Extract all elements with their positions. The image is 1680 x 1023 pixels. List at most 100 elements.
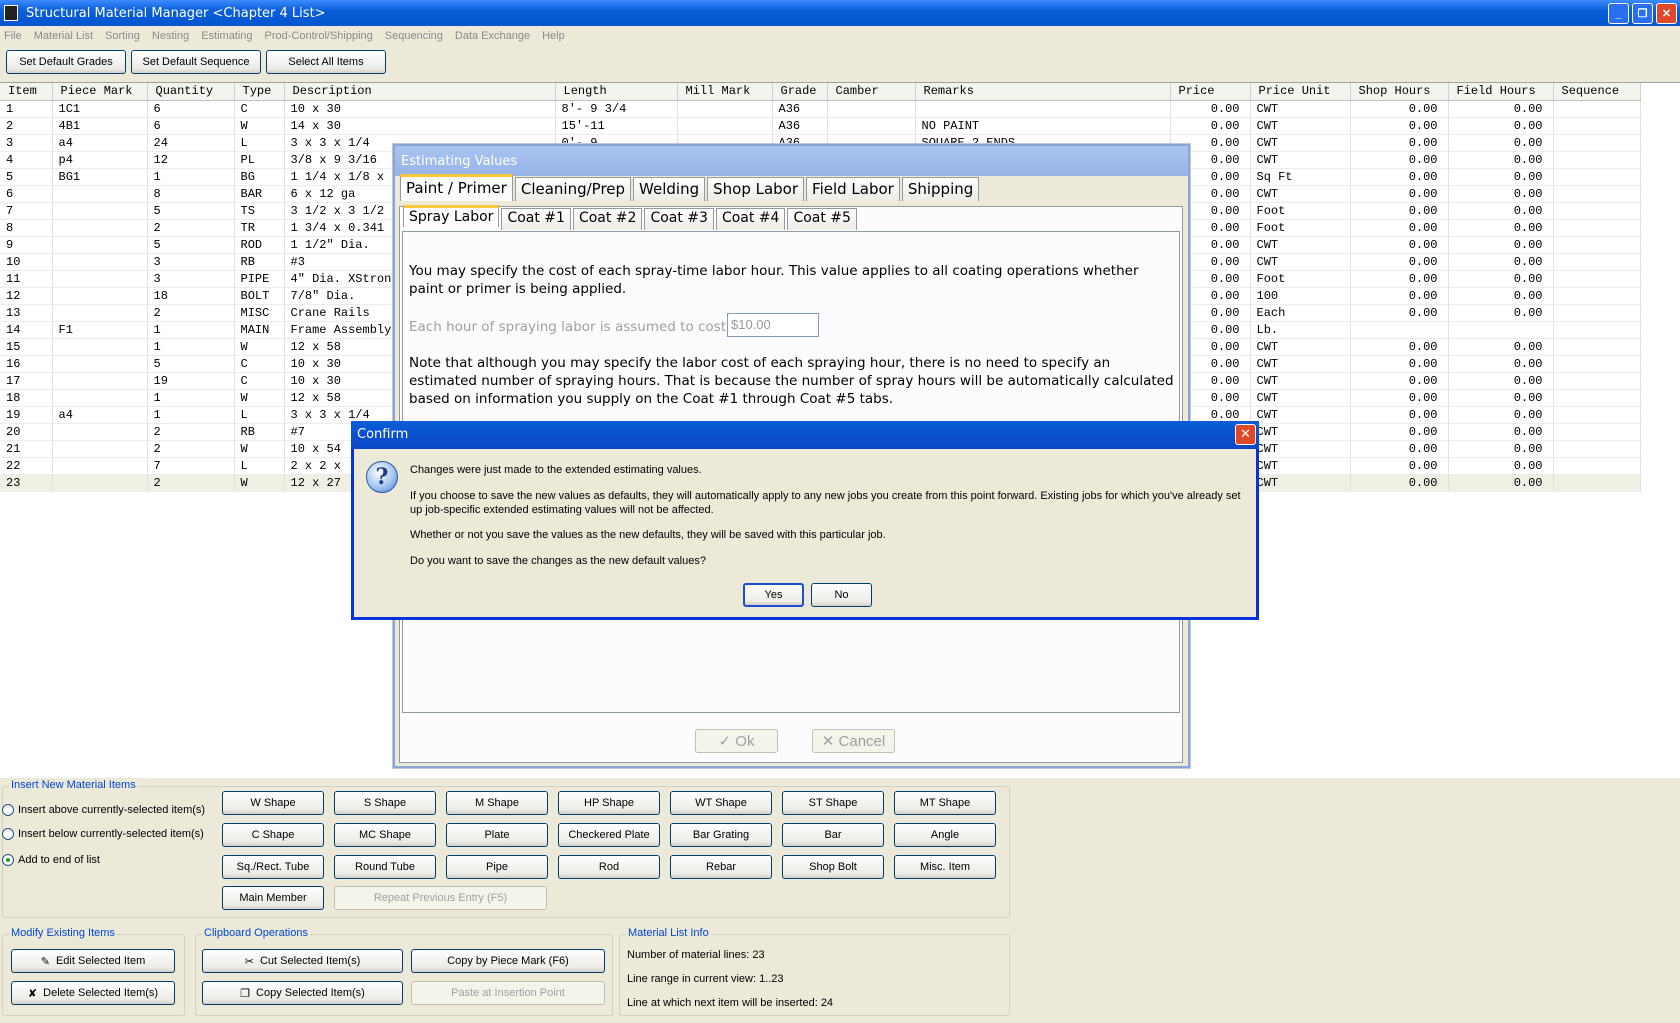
table-cell: L xyxy=(234,457,285,475)
tab-cleaning-prep[interactable]: Cleaning/Prep xyxy=(514,177,632,201)
add-to-end-radio[interactable]: Add to end of list xyxy=(2,854,100,866)
column-header[interactable]: Length xyxy=(555,83,678,101)
column-header[interactable]: Item xyxy=(0,83,53,101)
column-header[interactable]: Sequence xyxy=(1553,83,1641,101)
menu-estimating[interactable]: Estimating xyxy=(201,30,252,42)
delete-selected-button[interactable]: ✘ Delete Selected Item(s) xyxy=(11,981,175,1005)
column-header[interactable]: Grade xyxy=(772,83,828,101)
insert-mc-shape-button[interactable]: MC Shape xyxy=(334,823,436,847)
column-header[interactable]: Type xyxy=(234,83,285,101)
menu-nesting[interactable]: Nesting xyxy=(152,30,189,42)
minimize-button[interactable]: _ xyxy=(1608,3,1629,24)
maximize-button[interactable]: ❐ xyxy=(1632,3,1653,24)
insert-s-shape-button[interactable]: S Shape xyxy=(334,791,436,815)
insert-misc-item-button[interactable]: Misc. Item xyxy=(894,855,996,879)
column-header[interactable]: Mill Mark xyxy=(677,83,773,101)
insert-angle-button[interactable]: Angle xyxy=(894,823,996,847)
column-header[interactable]: Description xyxy=(284,83,556,101)
table-cell: 1C1 xyxy=(52,100,148,118)
insert-shop-bolt-button[interactable]: Shop Bolt xyxy=(782,855,884,879)
tab-welding[interactable]: Welding xyxy=(633,177,706,201)
table-cell: CWT xyxy=(1250,440,1351,458)
insert-plate-button[interactable]: Plate xyxy=(446,823,548,847)
subtab-coat-3[interactable]: Coat #3 xyxy=(644,208,714,230)
table-row[interactable]: 1 1C1 6 C 10 x 30 8'- 9 3/4 A36 0.00 CWT 0.00 0.0… xyxy=(0,100,1641,118)
insert-above-radio[interactable]: Insert above currently-selected item(s) xyxy=(2,804,205,816)
column-header[interactable]: Price Unit xyxy=(1250,83,1351,101)
paste-button[interactable]: Paste at Insertion Point xyxy=(411,981,605,1005)
set-default-grades-button[interactable]: Set Default Grades xyxy=(6,50,126,74)
insert-rod-button[interactable]: Rod xyxy=(558,855,660,879)
cut-selected-button[interactable]: ✂ Cut Selected Item(s) xyxy=(202,949,403,973)
no-button[interactable]: No xyxy=(811,583,872,607)
copy-selected-button[interactable]: ❐ Copy Selected Item(s) xyxy=(202,981,403,1005)
tab-paint-primer[interactable]: Paint / Primer xyxy=(400,174,513,201)
subtab-coat-2[interactable]: Coat #2 xyxy=(572,208,643,230)
table-row[interactable]: 2 4B1 6 W 14 x 30 15'-11 A36 NO PAINT 0.00 CWT 0.0… xyxy=(0,117,1641,135)
insert-sq-rect-tube-button[interactable]: Sq./Rect. Tube xyxy=(222,855,324,879)
column-header[interactable]: Remarks xyxy=(915,83,1171,101)
insert-mt-shape-button[interactable]: MT Shape xyxy=(894,791,996,815)
yes-button[interactable]: Yes xyxy=(743,583,804,607)
edit-selected-button[interactable]: ✎ Edit Selected Item xyxy=(11,949,175,973)
set-default-sequence-button[interactable]: Set Default Sequence xyxy=(131,50,261,74)
insert-wt-shape-button[interactable]: WT Shape xyxy=(670,791,772,815)
spray-cost-input[interactable]: $10.00 xyxy=(727,313,819,337)
menu-sequencing[interactable]: Sequencing xyxy=(385,30,443,42)
menu-help[interactable]: Help xyxy=(542,30,565,42)
close-button[interactable]: ✕ xyxy=(1656,3,1677,24)
table-cell: 0.00 xyxy=(1350,236,1449,254)
insert-checkered-plate-button[interactable]: Checkered Plate xyxy=(558,823,660,847)
radio-circle-selected[interactable] xyxy=(2,854,14,866)
confirm-close-icon[interactable]: ✕ xyxy=(1235,424,1256,445)
select-all-items-button[interactable]: Select All Items xyxy=(266,50,386,74)
subtab-coat-1[interactable]: Coat #1 xyxy=(501,208,571,230)
tab-shop-labor[interactable]: Shop Labor xyxy=(707,177,805,201)
tab-field-labor[interactable]: Field Labor xyxy=(806,177,900,201)
table-cell: a4 xyxy=(52,406,148,424)
column-header[interactable]: Shop Hours xyxy=(1350,83,1449,101)
table-cell: 18 xyxy=(147,287,235,305)
insert-st-shape-button[interactable]: ST Shape xyxy=(782,791,884,815)
table-cell: CWT xyxy=(1250,185,1351,203)
table-cell: ROD xyxy=(234,236,285,254)
insert-rebar-button[interactable]: Rebar xyxy=(670,855,772,879)
table-cell: 0.00 xyxy=(1448,440,1554,458)
copy-by-piece-mark-button[interactable]: Copy by Piece Mark (F6) xyxy=(411,949,605,973)
insert-w-shape-button[interactable]: W Shape xyxy=(222,791,324,815)
tab-shipping[interactable]: Shipping xyxy=(901,177,980,201)
insert-m-shape-button[interactable]: M Shape xyxy=(446,791,548,815)
table-cell xyxy=(52,372,148,390)
insert-round-tube-button[interactable]: Round Tube xyxy=(334,855,436,879)
subtab-coat-5[interactable]: Coat #5 xyxy=(787,208,857,230)
repeat-previous-button[interactable]: Repeat Previous Entry (F5) xyxy=(334,886,547,910)
column-header[interactable]: Quantity xyxy=(147,83,235,101)
column-header[interactable]: Price xyxy=(1170,83,1251,101)
table-cell: C xyxy=(234,355,285,373)
menu-data-exchange[interactable]: Data Exchange xyxy=(455,30,530,42)
cancel-button[interactable]: ✕ Cancel xyxy=(812,729,895,753)
table-cell xyxy=(1553,117,1641,135)
insert-pipe-button[interactable]: Pipe xyxy=(446,855,548,879)
table-cell: C xyxy=(234,372,285,390)
insert-bar-button[interactable]: Bar xyxy=(782,823,884,847)
column-header[interactable]: Field Hours xyxy=(1448,83,1554,101)
menu-sorting[interactable]: Sorting xyxy=(105,30,140,42)
insert-hp-shape-button[interactable]: HP Shape xyxy=(558,791,660,815)
main-member-button[interactable]: Main Member xyxy=(222,886,324,910)
radio-circle[interactable] xyxy=(2,804,14,816)
insert-c-shape-button[interactable]: C Shape xyxy=(222,823,324,847)
menu-material-list[interactable]: Material List xyxy=(34,30,93,42)
radio-circle[interactable] xyxy=(2,828,14,840)
column-header[interactable]: Piece Mark xyxy=(52,83,148,101)
table-cell: 0.00 xyxy=(1448,202,1554,220)
insert-bar-grating-button[interactable]: Bar Grating xyxy=(670,823,772,847)
menu-file[interactable]: File xyxy=(4,30,22,42)
subtab-coat-4[interactable]: Coat #4 xyxy=(715,208,786,230)
subtab-spray-labor[interactable]: Spray Labor xyxy=(403,205,500,227)
insert-group-label: Insert New Material Items xyxy=(9,779,138,791)
insert-below-radio[interactable]: Insert below currently-selected item(s) xyxy=(2,828,204,840)
menu-prod-control[interactable]: Prod-Control/Shipping xyxy=(265,30,373,42)
ok-button[interactable]: ✓ Ok xyxy=(695,729,778,753)
column-header[interactable]: Camber xyxy=(827,83,916,101)
